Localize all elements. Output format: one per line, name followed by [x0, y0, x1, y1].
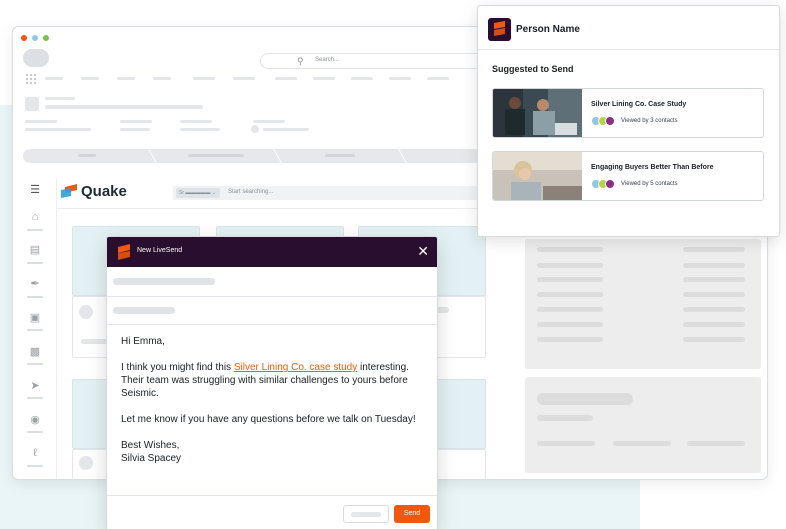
tools-icon[interactable]: ✒ [28, 277, 42, 290]
modal-title: New LiveSend [137, 247, 183, 254]
nav-item[interactable] [313, 77, 335, 80]
detail-panel [525, 377, 761, 473]
search-icon: ⚲ [297, 56, 304, 66]
record-title [45, 105, 203, 109]
nav-item[interactable] [117, 77, 135, 80]
owner-avatar [251, 125, 259, 133]
nav-item[interactable] [233, 77, 255, 80]
app-launcher-icon[interactable] [26, 74, 36, 84]
nav-item[interactable] [193, 77, 215, 80]
viewer-avatars [591, 116, 617, 126]
field-label [180, 120, 212, 123]
popup-header: Person Name [478, 6, 779, 50]
app-logo: Quake [61, 183, 127, 200]
recipient-field[interactable] [107, 267, 437, 297]
content-title: Engaging Buyers Better Than Before [591, 164, 714, 171]
field-value [120, 128, 150, 131]
global-search-input[interactable]: ⚲ Search... [260, 53, 490, 69]
quake-logo-icon [61, 183, 77, 198]
view-info: Viewed by 3 contacts [591, 116, 678, 126]
suggested-to-send-popup: Person Name Suggested to Send Silver Lin… [477, 5, 780, 237]
nav-item[interactable] [427, 77, 449, 80]
home-icon[interactable]: ⌂ [28, 211, 42, 223]
app-search-input[interactable]: Sr ▬▬▬▬▬ ⌄ Start searching... [173, 186, 485, 200]
new-livesend-modal: New LiveSend ✕ Hi Emma, I think you migh… [106, 236, 438, 529]
minimize-window-dot[interactable] [32, 35, 38, 41]
suggested-item[interactable]: Engaging Buyers Better Than Before Viewe… [492, 151, 764, 201]
menu-icon[interactable]: ☰ [28, 183, 42, 196]
crm-logo [23, 49, 49, 67]
detail-panel [525, 239, 761, 369]
document-icon[interactable]: ▤ [28, 243, 42, 256]
nav-item[interactable] [81, 77, 99, 80]
field-label [253, 120, 285, 123]
secondary-button[interactable] [343, 505, 389, 523]
field-value [25, 128, 91, 131]
signature-icon[interactable]: ℓ [28, 447, 42, 459]
analytics-icon[interactable]: ▩ [28, 345, 42, 358]
seismic-logo-icon [118, 244, 130, 260]
view-count: Viewed by 5 contacts [621, 181, 678, 187]
search-filter-dropdown[interactable]: Sr ▬▬▬▬▬ ⌄ [176, 188, 220, 198]
nav-item[interactable] [275, 77, 297, 80]
view-count: Viewed by 3 contacts [621, 118, 678, 124]
record-icon [25, 97, 39, 111]
send-button[interactable]: Send [394, 505, 430, 523]
inbox-icon[interactable]: ▣ [28, 311, 42, 324]
subject-field[interactable] [107, 297, 437, 325]
seismic-logo-icon [488, 18, 511, 41]
field-label [120, 120, 152, 123]
modal-footer: Send [107, 495, 437, 529]
send-icon[interactable]: ➤ [28, 379, 42, 392]
window-controls [21, 35, 49, 41]
app-logo-text: Quake [81, 183, 127, 200]
nav-item[interactable] [153, 77, 171, 80]
content-link[interactable]: Silver Lining Co. case study [234, 362, 357, 373]
signoff: Best Wishes, [121, 440, 180, 451]
nav-item[interactable] [389, 77, 411, 80]
nav-item[interactable] [45, 77, 63, 80]
stage: ⚲ Search... ☰ ⌂ ▤ ✒ ▣ ▩ ➤ ◉ ℓ Quake Sr ▬… [0, 0, 786, 529]
nav-item[interactable] [351, 77, 373, 80]
content-thumbnail [493, 152, 582, 200]
field-value [263, 128, 309, 131]
close-icon[interactable]: ✕ [417, 242, 429, 260]
stage-path[interactable] [23, 149, 493, 163]
paragraph-1: I think you might find this Silver Linin… [121, 362, 409, 399]
viewer-avatars [591, 179, 617, 189]
message-body[interactable]: Hi Emma, I think you might find this Sil… [121, 335, 421, 465]
contact-name: Person Name [516, 24, 580, 35]
field-label [25, 120, 57, 123]
content-title: Silver Lining Co. Case Study [591, 101, 687, 108]
field-value [180, 128, 220, 131]
maximize-window-dot[interactable] [43, 35, 49, 41]
signature: Silvia Spacey [121, 453, 182, 464]
app-search-placeholder: Start searching... [228, 189, 274, 195]
paragraph-2: Let me know if you have any questions be… [121, 414, 416, 425]
app-sidebar: ☰ ⌂ ▤ ✒ ▣ ▩ ➤ ◉ ℓ [13, 179, 57, 479]
content-thumbnail [493, 89, 582, 137]
chat-icon[interactable]: ◉ [28, 413, 42, 426]
close-window-dot[interactable] [21, 35, 27, 41]
suggested-section-title: Suggested to Send [492, 64, 574, 74]
view-info: Viewed by 5 contacts [591, 179, 678, 189]
record-type-label [45, 97, 75, 100]
suggested-item[interactable]: Silver Lining Co. Case Study Viewed by 3… [492, 88, 764, 138]
modal-header: New LiveSend ✕ [107, 237, 437, 267]
global-search-placeholder: Search... [315, 57, 340, 63]
greeting: Hi Emma, [121, 336, 165, 347]
